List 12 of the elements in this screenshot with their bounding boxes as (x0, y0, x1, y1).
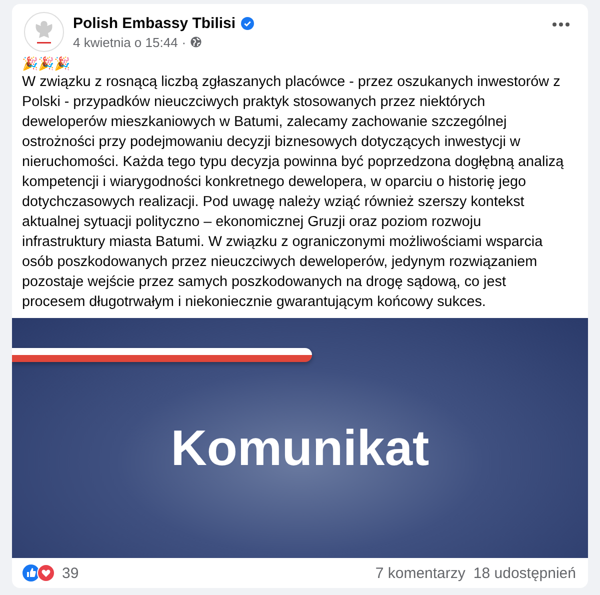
shares-count[interactable]: 18 udostępnień (473, 564, 576, 582)
reaction-icons-icon[interactable] (22, 564, 56, 582)
reaction-count[interactable]: 39 (62, 564, 79, 582)
graphic-title: Komunikat (170, 419, 430, 477)
party-popper-emoji: 🎉🎉🎉 (22, 56, 71, 72)
globe-icon (190, 36, 202, 48)
announcement-graphic[interactable]: Komunikat (12, 318, 588, 558)
author-name[interactable]: Polish Embassy Tbilisi (73, 14, 236, 32)
post-text: W związku z rosnącą liczbą zgłaszanych placówce - przez oszukanych inwestorów z Polski - przypadków nieuczciwych praktyk stosowanych przez niektórych deweloperów mieszkaniowych w Batumi, zalecamy zachowanie szczególnej ostrożności przy podejmowaniu decyzji biznesowych dotyczących inwestycji w nieruchomości. Każda tego typu decyzja powinna być poprzedzona dogłębną analizą kompetencji i wiarygodności konkretnego dewelopera, w oparciu o historię jego dotychczasowych realizacji. Pod uwagę należy wziąć również szerszy kontekst aktualnej sytuacji polityczno – ekonomicznej Gruzji oraz poziom rozwoju infrastruktury miasta Batumi. W związku z ograniczonymi możliwościami wsparcia osób poszkodowanych przez nieuczciwych deweloperów, jedynym rozwiązaniem pozostaje wejście przez samych poszkodowanych na drogę sądową, co jest procesem długotrwałym i niekoniecznie gwarantującym końcowy sukces. (22, 73, 565, 312)
separator-dot: · (182, 34, 186, 50)
comments-count[interactable]: 7 komentarzy (375, 564, 466, 582)
post-time[interactable]: 4 kwietnia o 15:44 (73, 34, 178, 50)
